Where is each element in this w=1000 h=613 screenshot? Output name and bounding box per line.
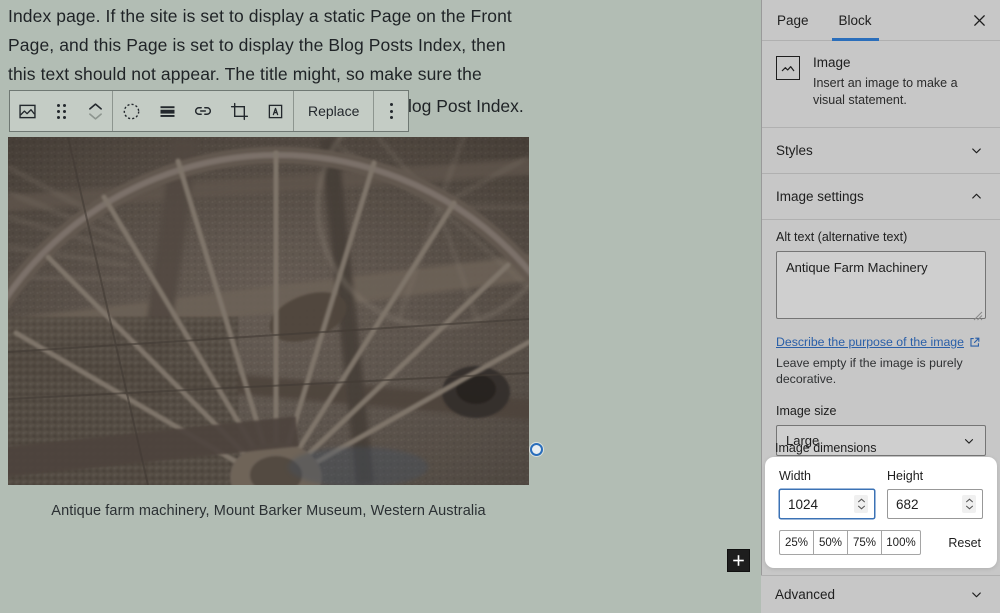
image-caption[interactable]: Antique farm machinery, Mount Barker Mus… <box>8 503 529 519</box>
stepper-down-icon[interactable] <box>965 505 974 510</box>
describe-image-link[interactable]: Describe the purpose of the image <box>776 335 980 349</box>
height-value: 682 <box>896 496 919 512</box>
toolbar-group-more <box>374 91 408 131</box>
height-input[interactable]: 682 <box>887 489 983 519</box>
block-card: Image Insert an image to make a visual s… <box>762 41 1000 128</box>
more-options-icon[interactable] <box>374 91 408 131</box>
reset-dimensions-button[interactable]: Reset <box>948 536 983 550</box>
panel-advanced-label: Advanced <box>775 587 836 602</box>
height-field-group: Height 682 <box>887 469 983 519</box>
editor-canvas: Index page. If the site is set to displa… <box>0 0 761 613</box>
block-card-description: Insert an image to make a visual stateme… <box>813 76 958 107</box>
drag-handle-icon[interactable] <box>44 91 78 131</box>
describe-image-link-label: Describe the purpose of the image <box>776 335 964 349</box>
panel-styles[interactable]: Styles <box>762 128 1000 174</box>
chevron-down-icon <box>964 438 974 444</box>
image-dimensions-panel: Width 1024 Height 682 25% 50% 75% 100% R… <box>765 457 997 568</box>
stepper-up-icon[interactable] <box>857 498 866 503</box>
chevron-down-icon <box>972 592 981 598</box>
crop-icon[interactable] <box>221 91 257 131</box>
chevron-down-icon <box>972 148 981 154</box>
toolbar-group-replace: Replace <box>294 91 375 131</box>
dimensions-presets-row: 25% 50% 75% 100% Reset <box>779 530 983 555</box>
chevron-down-icon <box>88 112 102 120</box>
chevron-up-icon <box>972 193 981 199</box>
alt-text-label: Alt text (alternative text) <box>776 230 908 244</box>
toolbar-group-block <box>10 91 113 131</box>
vertical-dots <box>389 103 393 119</box>
stepper-up-icon[interactable] <box>965 498 974 503</box>
image-content <box>8 137 529 485</box>
toolbar-group-format <box>113 91 294 131</box>
link-icon[interactable] <box>185 91 221 131</box>
chevron-up-icon[interactable] <box>88 102 103 111</box>
panel-advanced[interactable]: Advanced <box>761 575 1000 613</box>
add-text-over-image-icon[interactable] <box>257 91 293 131</box>
width-input[interactable]: 1024 <box>779 489 875 519</box>
align-icon[interactable] <box>113 91 149 131</box>
panel-image-settings-label: Image settings <box>776 189 864 204</box>
add-block-button[interactable] <box>727 549 750 572</box>
alt-text-help: Leave empty if the image is purely decor… <box>776 356 963 386</box>
width-stepper[interactable] <box>854 495 868 513</box>
panel-image-settings[interactable]: Image settings <box>762 174 1000 220</box>
preset-25[interactable]: 25% <box>779 530 813 555</box>
preset-75[interactable]: 75% <box>847 530 881 555</box>
tab-block[interactable]: Block <box>824 0 887 41</box>
width-field-group: Width 1024 <box>779 469 875 519</box>
image-block-type-icon[interactable] <box>10 91 44 131</box>
close-settings-button[interactable] <box>958 0 1000 40</box>
dimensions-fields-row: Width 1024 Height 682 <box>779 469 983 519</box>
percent-preset-group: 25% 50% 75% 100% <box>779 530 921 555</box>
image-icon <box>776 56 800 80</box>
alt-text-wrapper <box>776 251 986 324</box>
image-size-label: Image size <box>776 404 837 418</box>
block-toolbar: Replace <box>9 90 410 132</box>
height-stepper[interactable] <box>962 495 976 513</box>
paragraph-block[interactable]: Index page. If the site is set to displa… <box>8 2 538 88</box>
close-icon <box>973 14 985 26</box>
move-up-down-icon[interactable] <box>78 91 112 131</box>
external-link-icon <box>970 337 980 347</box>
preset-50[interactable]: 50% <box>813 530 847 555</box>
plus-icon <box>733 555 744 566</box>
alt-text-input[interactable] <box>776 251 986 319</box>
stepper-down-icon[interactable] <box>857 505 866 510</box>
block-card-title: Image <box>813 55 851 70</box>
tab-page[interactable]: Page <box>762 0 824 40</box>
image-block[interactable] <box>8 137 543 485</box>
image-resize-handle-right[interactable] <box>530 443 543 456</box>
textarea-resize-grip[interactable] <box>973 311 983 321</box>
panel-styles-label: Styles <box>776 143 813 158</box>
width-value: 1024 <box>788 496 819 512</box>
editor-window: Index page. If the site is set to displa… <box>0 0 1000 613</box>
height-label: Height <box>887 469 924 483</box>
preset-100[interactable]: 100% <box>881 530 921 555</box>
width-label: Width <box>779 469 811 483</box>
drag-dots <box>56 103 66 119</box>
image-dimensions-label: Image dimensions <box>775 441 877 455</box>
sidebar-tabs: Page Block <box>762 0 1000 41</box>
alignment-icon[interactable] <box>149 91 185 131</box>
replace-button[interactable]: Replace <box>294 91 373 131</box>
